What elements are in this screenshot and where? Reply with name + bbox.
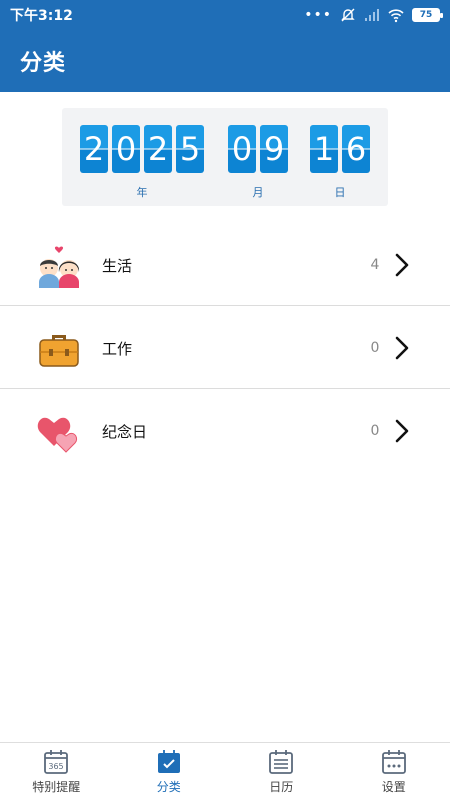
calendar-365-icon: 365 bbox=[44, 749, 69, 774]
app-bar: 分类 bbox=[0, 30, 450, 92]
wifi-icon bbox=[388, 9, 404, 23]
nav-label: 日历 bbox=[269, 779, 294, 794]
nav-tab-settings[interactable]: 设置 bbox=[338, 743, 450, 800]
month-digit: 0 bbox=[228, 125, 256, 173]
year-digit: 2 bbox=[80, 125, 108, 173]
category-count: 0 bbox=[370, 340, 380, 356]
day-digit: 1 bbox=[310, 125, 338, 173]
hearts-icon bbox=[37, 417, 78, 453]
screen: 下午3:12 ••• 75 分类 2 0 2 5 0 9 1 6 年 月 日 生… bbox=[0, 0, 450, 800]
couple-icon bbox=[39, 246, 80, 288]
calendar-dots-icon bbox=[381, 749, 406, 774]
nav-tab-special-reminder[interactable]: 365 特别提醒 bbox=[0, 743, 113, 800]
nav-tab-category[interactable]: 分类 bbox=[113, 743, 226, 800]
briefcase-icon bbox=[39, 335, 79, 367]
bottom-nav: 365 特别提醒 分类 日历 设置 bbox=[0, 742, 450, 800]
chevron-right-icon bbox=[395, 419, 409, 443]
chevron-right-icon bbox=[395, 253, 409, 277]
year-digit: 2 bbox=[144, 125, 172, 173]
date-flip-display: 2 0 2 5 0 9 1 6 年 月 日 bbox=[62, 108, 388, 206]
calendar-list-icon bbox=[269, 749, 294, 774]
year-label: 年 bbox=[136, 186, 148, 199]
status-bar: 下午3:12 ••• 75 bbox=[0, 0, 450, 30]
status-time: 下午3:12 bbox=[10, 8, 73, 24]
category-count: 4 bbox=[370, 257, 380, 273]
month-digit: 9 bbox=[260, 125, 288, 173]
nav-label: 特别提醒 bbox=[32, 779, 81, 794]
nav-tab-calendar[interactable]: 日历 bbox=[225, 743, 338, 800]
year-digit: 0 bbox=[112, 125, 140, 173]
status-icons: ••• 75 bbox=[304, 7, 443, 23]
category-row-work[interactable]: 工作 0 bbox=[0, 307, 450, 389]
nav-label: 分类 bbox=[156, 779, 181, 794]
signal-icon bbox=[365, 9, 379, 21]
battery-icon: 75 bbox=[412, 8, 443, 22]
category-label: 生活 bbox=[102, 256, 133, 275]
day-digit: 6 bbox=[342, 125, 370, 173]
category-row-anniversary[interactable]: 纪念日 0 bbox=[0, 390, 450, 472]
year-digit: 5 bbox=[176, 125, 204, 173]
chevron-right-icon bbox=[395, 336, 409, 360]
divider bbox=[0, 305, 450, 306]
divider bbox=[0, 388, 450, 389]
nav-label: 设置 bbox=[381, 779, 406, 794]
page-title: 分类 bbox=[20, 51, 67, 76]
category-count: 0 bbox=[370, 423, 380, 439]
month-label: 月 bbox=[252, 186, 264, 199]
mute-bell-icon bbox=[341, 8, 355, 22]
category-row-life[interactable]: 生活 4 bbox=[0, 224, 450, 306]
category-label: 纪念日 bbox=[102, 422, 148, 441]
svg-text:365: 365 bbox=[49, 762, 64, 771]
category-label: 工作 bbox=[102, 339, 133, 358]
calendar-check-icon bbox=[157, 749, 180, 773]
day-label: 日 bbox=[334, 186, 346, 199]
more-dots-icon: ••• bbox=[304, 7, 332, 23]
